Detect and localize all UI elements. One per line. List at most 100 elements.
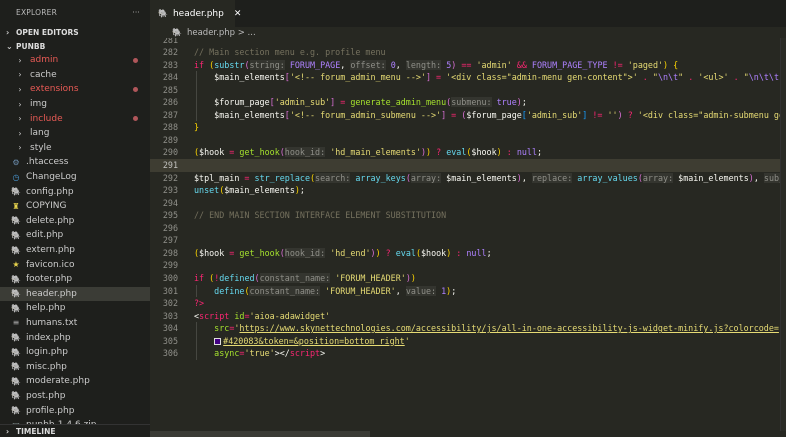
tab-header-php[interactable]: 🐘 header.php ✕ [150, 0, 241, 27]
code-line[interactable]: 289 [150, 134, 780, 147]
code-token: script [289, 348, 321, 359]
chevron-right-icon: › [18, 128, 22, 138]
timeline-section[interactable]: › TIMELINE [0, 424, 150, 437]
tree-item[interactable]: 🐘 edit.php [0, 228, 150, 243]
code-token: 'hd_end' [330, 247, 371, 258]
tree-item[interactable]: 🐘 header.php [0, 286, 150, 302]
tree-item-label: extern.php [26, 245, 76, 256]
code-token: == [456, 59, 477, 70]
tree-item[interactable]: › cache [0, 68, 150, 83]
code-token: ' [404, 335, 410, 346]
code-token: ; [521, 97, 527, 108]
code-line[interactable]: 302 ?> [150, 297, 780, 310]
code-line[interactable]: 281 [150, 38, 780, 46]
tree-item[interactable]: › include [0, 111, 150, 126]
star-icon: ★ [12, 260, 20, 270]
open-editors-section[interactable]: › OPEN EDITORS [0, 25, 150, 39]
tree-item[interactable]: 🐘 post.php [0, 389, 150, 404]
code-line[interactable]: 286 $forum_page['admin_sub'] = generate_… [150, 96, 780, 109]
tree-item[interactable]: ♜ COPYING [0, 199, 150, 214]
code-token: offset: [350, 59, 386, 70]
tree-item[interactable]: › extensions [0, 82, 150, 97]
tree-item-label: .htaccess [26, 157, 69, 168]
timeline-label: TIMELINE [16, 426, 56, 436]
line-number: 306 [162, 348, 178, 359]
line-number: 288 [162, 122, 178, 133]
tree-item[interactable]: › img [0, 97, 150, 112]
tree-item[interactable]: › admin [0, 53, 150, 68]
tree-item[interactable]: 🐘 extern.php [0, 243, 150, 258]
code-editor[interactable]: 281 282 // Main section menu e.g. profile … [150, 38, 780, 431]
code-token: 'aioa-adawidget' [249, 310, 331, 321]
code-line[interactable]: 299 [150, 259, 780, 272]
code-line[interactable]: 304 src='https://www.skynettechnologies.… [150, 322, 780, 335]
code-line[interactable]: 287 $main_elements['<!-- forum_admin_sub… [150, 109, 780, 122]
code-token: '<div class="admin-menu gen-content">' [446, 72, 638, 83]
more-actions-button[interactable]: ··· [132, 8, 140, 17]
tree-item-label: style [30, 142, 52, 153]
code-token: ( [244, 59, 250, 70]
line-number: 292 [162, 172, 178, 183]
code-line[interactable]: 301 define(constant_name: 'FORUM_HEADER'… [150, 285, 780, 298]
tree-item[interactable]: ◷ ChangeLog [0, 170, 150, 185]
tree-item[interactable]: › lang [0, 126, 150, 141]
tree-item[interactable]: ⚙ .htaccess [0, 155, 150, 170]
code-line[interactable]: 285 [150, 84, 780, 97]
code-token: $hook [420, 247, 447, 258]
code-line[interactable]: 295 // END MAIN SECTION INTERFACE ELEMENT… [150, 209, 780, 222]
tree-item[interactable]: 🐘 index.php [0, 330, 150, 345]
tree-item[interactable]: 🐘 misc.php [0, 359, 150, 374]
tree-item[interactable]: 🐘 help.php [0, 301, 150, 316]
code-token: https://www.skynettechnologies.com/acces… [239, 323, 779, 334]
code-token: '<ul>' [698, 72, 729, 83]
php-icon: 🐘 [11, 376, 21, 386]
modified-dot-icon [133, 86, 138, 92]
code-token: ? [622, 109, 638, 120]
code-token: 'admin_sub' [526, 109, 583, 120]
code-line[interactable]: 284 $main_elements['<!-- forum_admin_men… [150, 71, 780, 84]
code-line[interactable]: 296 [150, 222, 780, 235]
scrollbar-thumb[interactable] [150, 431, 370, 437]
code-token: length: [405, 59, 442, 70]
code-token: async [214, 348, 240, 359]
tree-item[interactable]: ≡ humans.txt [0, 316, 150, 331]
tree-item[interactable]: 🐘 profile.php [0, 403, 150, 418]
code-line[interactable]: 305 #420083&token=&position=bottom_right… [150, 335, 780, 348]
breadcrumb-symbols[interactable]: > ... [238, 28, 256, 38]
code-line[interactable]: 292 $tpl_main = str_replace(search: array… [150, 172, 780, 185]
code-line[interactable]: 303 <script id='aioa-adawidget' [150, 310, 780, 323]
tree-item[interactable]: 🐘 footer.php [0, 272, 150, 287]
tree-item[interactable]: ★ favicon.ico [0, 257, 150, 272]
tree-item-label: admin [30, 55, 59, 66]
horizontal-scrollbar[interactable] [150, 431, 780, 437]
code-token: ? [380, 247, 396, 258]
code-line[interactable]: 283 if (substr(string: FORUM_PAGE, offset… [150, 59, 780, 72]
code-line[interactable]: 291 [150, 159, 780, 172]
tree-item[interactable]: 🐘 login.php [0, 345, 150, 360]
tab-label: header.php [172, 8, 224, 19]
code-line[interactable]: 282 // Main section menu e.g. profile men… [150, 46, 780, 59]
tree-item[interactable]: 🐘 delete.php [0, 214, 150, 229]
vertical-scrollbar[interactable] [780, 38, 786, 431]
code-token: generate_admin_menu [350, 97, 447, 108]
breadcrumb-file[interactable]: header.php [187, 28, 235, 38]
code-line[interactable]: 298 ($hook = get_hook(hook_id: 'hd_end'))… [150, 247, 780, 260]
tree-item[interactable]: 🐘 config.php [0, 184, 150, 199]
code-line[interactable]: 293 unset($main_elements); [150, 184, 780, 197]
code-line[interactable]: 290 ($hook = get_hook(hook_id: 'hd_main_e… [150, 146, 780, 159]
code-token: get_hook [239, 147, 280, 158]
code-line[interactable]: 300 if (!defined(constant_name: 'FORUM_HE… [150, 272, 780, 285]
chevron-right-icon: › [18, 84, 22, 94]
close-icon[interactable]: ✕ [234, 9, 242, 19]
code-line[interactable]: 288} [150, 121, 780, 134]
code-token: . [683, 72, 699, 83]
code-line[interactable]: 306 async='true'></script> [150, 347, 780, 360]
tree-item[interactable]: 🐘 moderate.php [0, 374, 150, 389]
tree-item[interactable]: › style [0, 141, 150, 156]
code-line[interactable]: 294 [150, 197, 780, 210]
code-line[interactable]: 297 [150, 234, 780, 247]
project-section[interactable]: ⌄ PUNBB [0, 39, 150, 53]
code-token: submenu: [451, 97, 492, 108]
indent-guide [196, 322, 197, 360]
